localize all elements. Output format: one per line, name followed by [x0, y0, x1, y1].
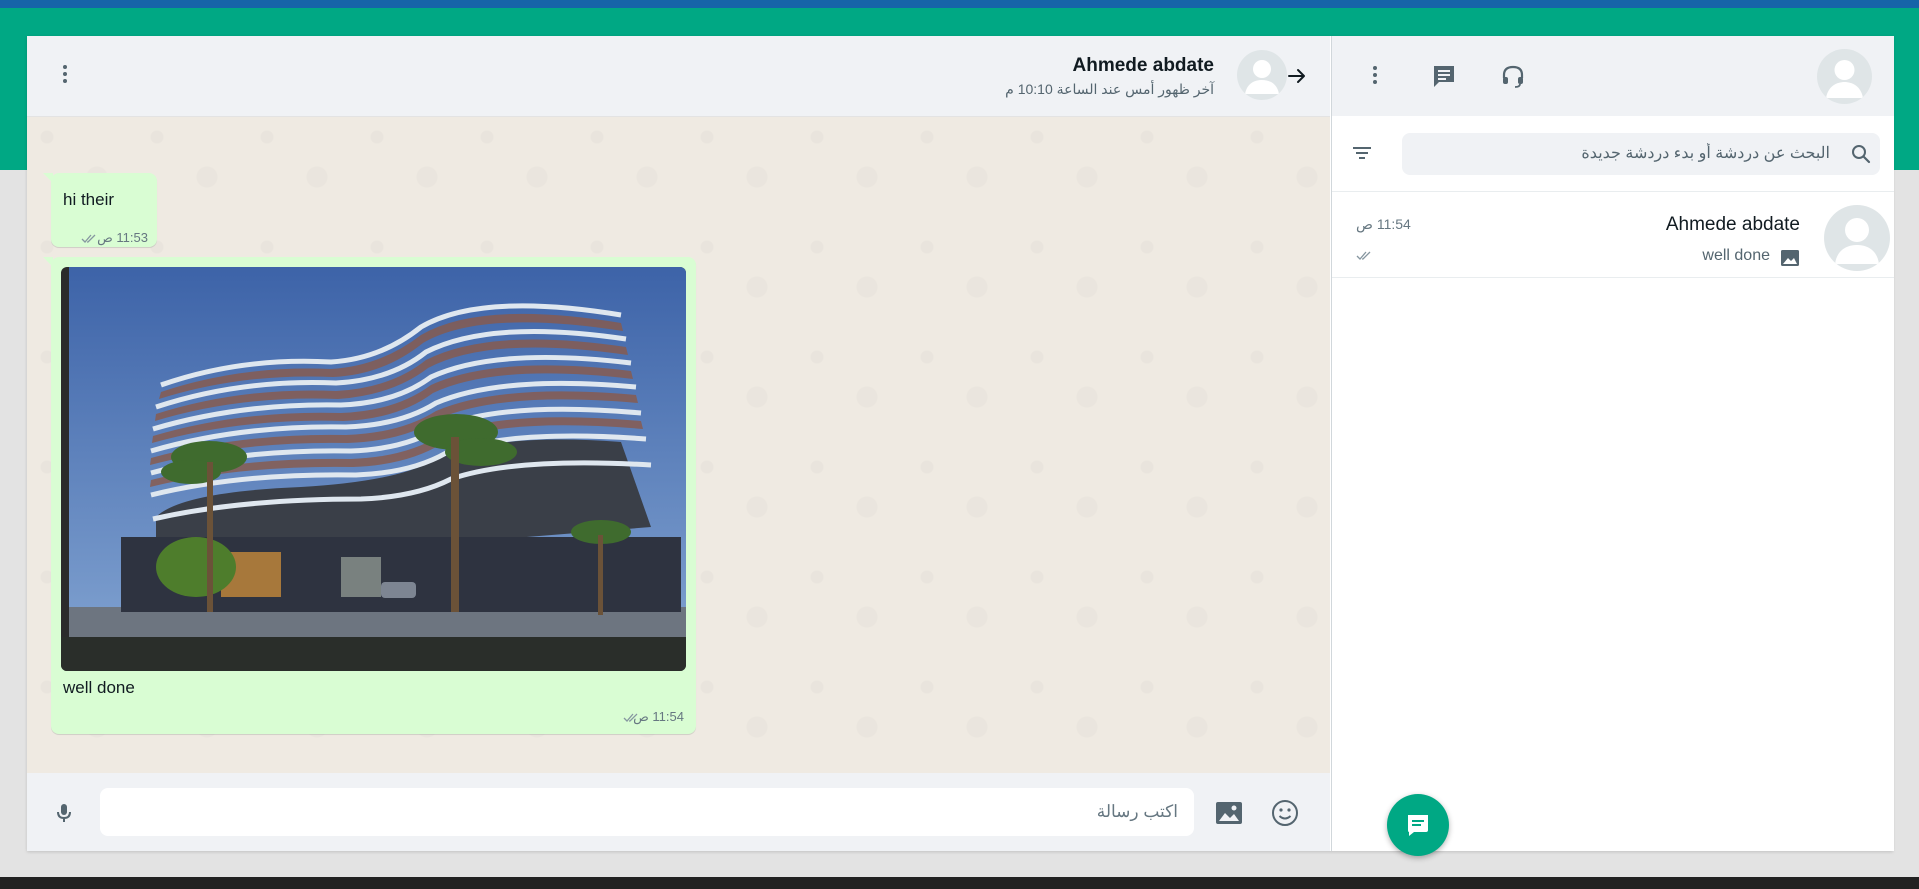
search-icon[interactable] [1849, 142, 1873, 166]
chat-header: Ahmede abdate آخر ظهور أمس عند الساعة 10… [27, 36, 1330, 117]
chat-pane: Ahmede abdate آخر ظهور أمس عند الساعة 10… [27, 36, 1330, 851]
message-composer [27, 773, 1330, 851]
chat-last-seen: آخر ظهور أمس عند الساعة 10:10 م [1005, 81, 1214, 97]
default-avatar-icon [1826, 60, 1863, 98]
search-row [1332, 117, 1894, 192]
new-chat-fab[interactable] [1387, 794, 1449, 856]
taskbar [0, 877, 1919, 889]
chat-list-item[interactable]: Ahmede abdate 11:54 ص well done [1332, 192, 1894, 278]
image-icon[interactable] [1213, 797, 1245, 829]
message-photo[interactable] [61, 267, 686, 671]
profile-avatar[interactable] [1817, 49, 1872, 104]
message-time: 11:54 ص [633, 709, 684, 724]
default-avatar-icon [1245, 60, 1279, 94]
more-vertical-icon[interactable] [53, 62, 77, 86]
browser-top-strip [0, 0, 1919, 8]
headset-icon[interactable] [1500, 63, 1526, 89]
more-vertical-icon[interactable] [1363, 63, 1387, 87]
photo-icon [1781, 250, 1799, 266]
arrow-right-icon[interactable] [1285, 64, 1309, 88]
default-avatar-icon [1835, 218, 1879, 264]
chat-contact-name: Ahmede abdate [1072, 55, 1214, 76]
chat-contact-avatar[interactable] [1237, 50, 1287, 100]
sidebar: Ahmede abdate 11:54 ص well done [1331, 36, 1894, 851]
message-text: hi their [63, 190, 115, 209]
hotel-photo-image [61, 267, 686, 671]
message-caption: well done [63, 678, 135, 697]
bubble-tail [43, 173, 53, 183]
message-input[interactable] [100, 788, 1194, 836]
emoji-icon[interactable] [1269, 797, 1301, 829]
read-ticks-icon [1356, 251, 1371, 260]
microphone-icon[interactable] [52, 801, 76, 825]
chat-icon[interactable] [1431, 63, 1457, 89]
new-message-icon [1408, 815, 1428, 836]
message-time: 11:53 ص [97, 230, 148, 245]
filter-icon[interactable] [1350, 141, 1374, 165]
chat-list-name: Ahmede abdate [1665, 214, 1800, 235]
chat-list-time: 11:54 ص [1356, 216, 1411, 232]
message-bubble-outgoing[interactable]: hi their 11:53 ص [43, 173, 157, 247]
bubble-tail [43, 257, 53, 267]
chat-list-preview: well done [1702, 247, 1770, 264]
message-bubble-outgoing-image[interactable]: well done 11:54 ص [43, 257, 696, 734]
search-input[interactable] [1402, 133, 1842, 175]
chat-list-avatar [1824, 205, 1890, 271]
sidebar-header [1332, 36, 1894, 116]
search-box [1402, 133, 1880, 175]
app-window: Ahmede abdate آخر ظهور أمس عند الساعة 10… [27, 36, 1894, 856]
message-list[interactable]: hi their 11:53 ص well done 11:54 ص [27, 117, 1330, 773]
